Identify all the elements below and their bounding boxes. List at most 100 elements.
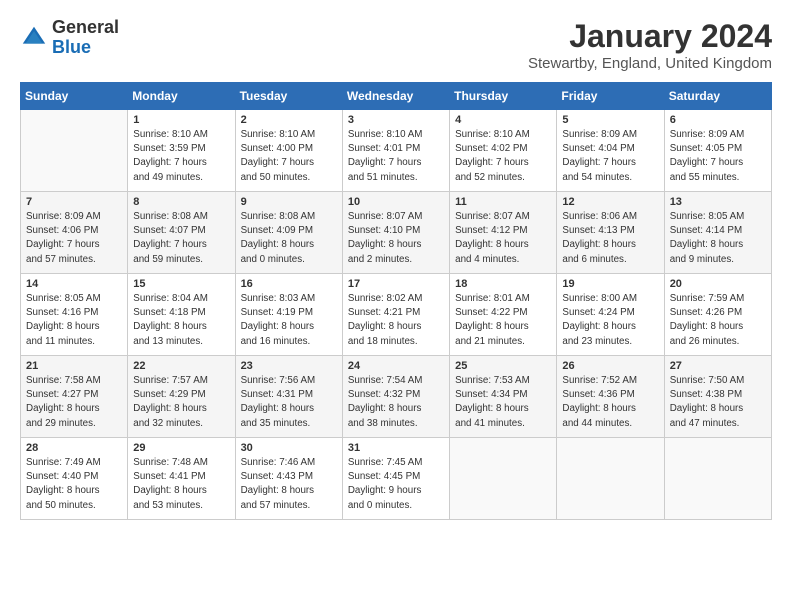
day-number: 2 (241, 114, 337, 126)
day-number: 16 (241, 278, 337, 290)
day-info: Sunrise: 8:10 AM Sunset: 4:02 PM Dayligh… (455, 128, 551, 185)
day-info: Sunrise: 8:10 AM Sunset: 4:01 PM Dayligh… (348, 128, 444, 185)
day-cell: 15 Sunrise: 8:04 AM Sunset: 4:18 PM Dayli… (128, 274, 235, 356)
day-info: Sunrise: 8:07 AM Sunset: 4:12 PM Dayligh… (455, 210, 551, 267)
day-info: Sunrise: 8:01 AM Sunset: 4:22 PM Dayligh… (455, 292, 551, 349)
day-info: Sunrise: 8:00 AM Sunset: 4:24 PM Dayligh… (562, 292, 658, 349)
header-cell-sunday: Sunday (21, 83, 128, 110)
day-cell: 11 Sunrise: 8:07 AM Sunset: 4:12 PM Dayli… (450, 192, 557, 274)
day-cell: 30Sunrise: 7:46 AM Sunset: 4:43 PM Dayli… (235, 438, 342, 520)
day-cell: 20Sunrise: 7:59 AM Sunset: 4:26 PM Dayli… (664, 274, 771, 356)
day-number: 15 (133, 278, 229, 290)
day-cell: 6 Sunrise: 8:09 AM Sunset: 4:05 PM Daylig… (664, 110, 771, 192)
week-row-2: 7 Sunrise: 8:09 AM Sunset: 4:06 PM Daylig… (21, 192, 772, 274)
day-number: 22 (133, 360, 229, 372)
day-info: Sunrise: 7:50 AM Sunset: 4:38 PM Dayligh… (670, 374, 766, 431)
day-number: 29 (133, 442, 229, 454)
day-info: Sunrise: 7:45 AM Sunset: 4:45 PM Dayligh… (348, 456, 444, 513)
day-info: Sunrise: 8:09 AM Sunset: 4:04 PM Dayligh… (562, 128, 658, 185)
day-info: Sunrise: 8:09 AM Sunset: 4:06 PM Dayligh… (26, 210, 122, 267)
week-row-3: 14 Sunrise: 8:05 AM Sunset: 4:16 PM Dayli… (21, 274, 772, 356)
week-row-5: 28 Sunrise: 7:49 AM Sunset: 4:40 PM Dayli… (21, 438, 772, 520)
day-cell: 19 Sunrise: 8:00 AM Sunset: 4:24 PM Dayli… (557, 274, 664, 356)
day-number: 14 (26, 278, 122, 290)
day-cell: 5 Sunrise: 8:09 AM Sunset: 4:04 PM Daylig… (557, 110, 664, 192)
day-info: Sunrise: 7:48 AM Sunset: 4:41 PM Dayligh… (133, 456, 229, 513)
logo-general: General (52, 18, 119, 38)
day-info: Sunrise: 8:08 AM Sunset: 4:09 PM Dayligh… (241, 210, 337, 267)
day-number: 10 (348, 196, 444, 208)
header-cell-monday: Monday (128, 83, 235, 110)
day-info: Sunrise: 7:49 AM Sunset: 4:40 PM Dayligh… (26, 456, 122, 513)
day-number: 19 (562, 278, 658, 290)
day-cell: 17 Sunrise: 8:02 AM Sunset: 4:21 PM Dayli… (342, 274, 449, 356)
day-info: Sunrise: 7:59 AM Sunset: 4:26 PM Dayligh… (670, 292, 766, 349)
day-info: Sunrise: 7:57 AM Sunset: 4:29 PM Dayligh… (133, 374, 229, 431)
week-row-4: 21Sunrise: 7:58 AM Sunset: 4:27 PM Dayli… (21, 356, 772, 438)
day-cell: 27Sunrise: 7:50 AM Sunset: 4:38 PM Dayli… (664, 356, 771, 438)
header-row: SundayMondayTuesdayWednesdayThursdayFrid… (21, 83, 772, 110)
day-info: Sunrise: 8:08 AM Sunset: 4:07 PM Dayligh… (133, 210, 229, 267)
day-number: 24 (348, 360, 444, 372)
day-cell: 16 Sunrise: 8:03 AM Sunset: 4:19 PM Dayli… (235, 274, 342, 356)
day-cell: 4 Sunrise: 8:10 AM Sunset: 4:02 PM Daylig… (450, 110, 557, 192)
day-info: Sunrise: 8:06 AM Sunset: 4:13 PM Dayligh… (562, 210, 658, 267)
day-number: 25 (455, 360, 551, 372)
header-cell-thursday: Thursday (450, 83, 557, 110)
title-block: January 2024 Stewartby, England, United … (528, 18, 772, 72)
day-number: 7 (26, 196, 122, 208)
header-cell-wednesday: Wednesday (342, 83, 449, 110)
logo-blue: Blue (52, 38, 119, 58)
day-cell: 26 Sunrise: 7:52 AM Sunset: 4:36 PM Dayli… (557, 356, 664, 438)
day-cell: 2 Sunrise: 8:10 AM Sunset: 4:00 PM Daylig… (235, 110, 342, 192)
day-cell (21, 110, 128, 192)
day-info: Sunrise: 8:04 AM Sunset: 4:18 PM Dayligh… (133, 292, 229, 349)
day-cell: 23 Sunrise: 7:56 AM Sunset: 4:31 PM Dayli… (235, 356, 342, 438)
day-cell: 28 Sunrise: 7:49 AM Sunset: 4:40 PM Dayli… (21, 438, 128, 520)
logo-text: General Blue (52, 18, 119, 58)
day-cell: 24 Sunrise: 7:54 AM Sunset: 4:32 PM Dayli… (342, 356, 449, 438)
day-info: Sunrise: 7:54 AM Sunset: 4:32 PM Dayligh… (348, 374, 444, 431)
day-info: Sunrise: 7:58 AM Sunset: 4:27 PM Dayligh… (26, 374, 122, 431)
day-number: 28 (26, 442, 122, 454)
day-number: 5 (562, 114, 658, 126)
day-cell: 21Sunrise: 7:58 AM Sunset: 4:27 PM Dayli… (21, 356, 128, 438)
day-cell: 29 Sunrise: 7:48 AM Sunset: 4:41 PM Dayli… (128, 438, 235, 520)
day-number: 31 (348, 442, 444, 454)
header-cell-tuesday: Tuesday (235, 83, 342, 110)
day-cell: 14 Sunrise: 8:05 AM Sunset: 4:16 PM Dayli… (21, 274, 128, 356)
day-cell (664, 438, 771, 520)
day-info: Sunrise: 8:10 AM Sunset: 4:00 PM Dayligh… (241, 128, 337, 185)
day-cell: 22 Sunrise: 7:57 AM Sunset: 4:29 PM Dayli… (128, 356, 235, 438)
day-cell: 12 Sunrise: 8:06 AM Sunset: 4:13 PM Dayli… (557, 192, 664, 274)
day-info: Sunrise: 8:03 AM Sunset: 4:19 PM Dayligh… (241, 292, 337, 349)
calendar-page: General Blue January 2024 Stewartby, Eng… (0, 0, 792, 530)
day-cell: 9Sunrise: 8:08 AM Sunset: 4:09 PM Daylig… (235, 192, 342, 274)
day-number: 6 (670, 114, 766, 126)
day-number: 23 (241, 360, 337, 372)
day-cell (450, 438, 557, 520)
day-info: Sunrise: 7:56 AM Sunset: 4:31 PM Dayligh… (241, 374, 337, 431)
day-info: Sunrise: 7:52 AM Sunset: 4:36 PM Dayligh… (562, 374, 658, 431)
logo: General Blue (20, 18, 119, 58)
day-cell: 18Sunrise: 8:01 AM Sunset: 4:22 PM Dayli… (450, 274, 557, 356)
day-info: Sunrise: 8:09 AM Sunset: 4:05 PM Dayligh… (670, 128, 766, 185)
day-info: Sunrise: 8:02 AM Sunset: 4:21 PM Dayligh… (348, 292, 444, 349)
day-number: 13 (670, 196, 766, 208)
day-cell: 13Sunrise: 8:05 AM Sunset: 4:14 PM Dayli… (664, 192, 771, 274)
day-cell (557, 438, 664, 520)
day-number: 11 (455, 196, 551, 208)
day-number: 12 (562, 196, 658, 208)
calendar-header: SundayMondayTuesdayWednesdayThursdayFrid… (21, 83, 772, 110)
day-info: Sunrise: 7:53 AM Sunset: 4:34 PM Dayligh… (455, 374, 551, 431)
day-number: 30 (241, 442, 337, 454)
day-number: 26 (562, 360, 658, 372)
day-number: 3 (348, 114, 444, 126)
day-info: Sunrise: 8:05 AM Sunset: 4:16 PM Dayligh… (26, 292, 122, 349)
day-number: 4 (455, 114, 551, 126)
day-cell: 7 Sunrise: 8:09 AM Sunset: 4:06 PM Daylig… (21, 192, 128, 274)
day-cell: 25 Sunrise: 7:53 AM Sunset: 4:34 PM Dayli… (450, 356, 557, 438)
header: General Blue January 2024 Stewartby, Eng… (20, 18, 772, 72)
day-number: 17 (348, 278, 444, 290)
calendar-title: January 2024 (528, 18, 772, 55)
